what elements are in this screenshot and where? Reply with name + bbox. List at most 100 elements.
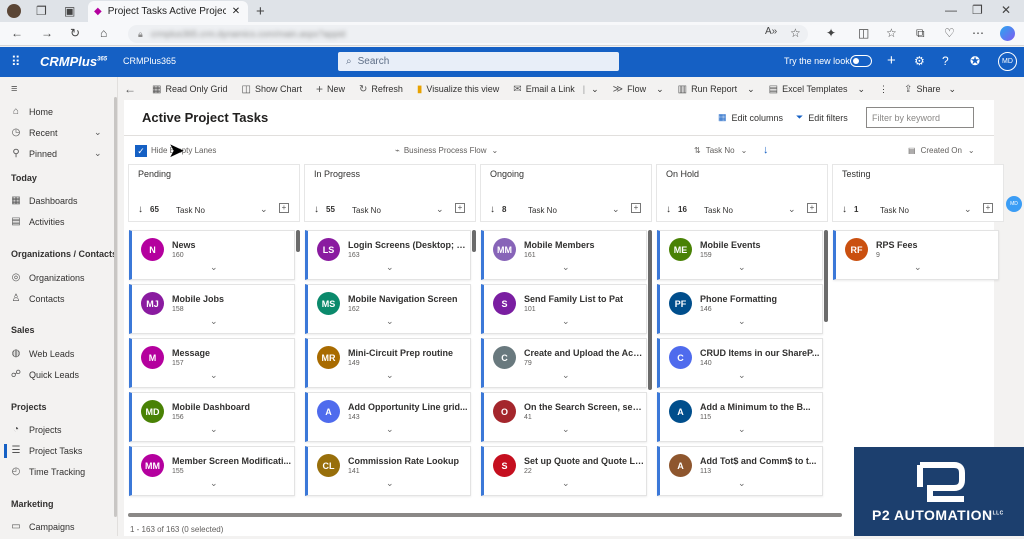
card-title[interactable]: Send Family List to Pat: [524, 294, 644, 304]
visualize-button[interactable]: ▮ Visualize this view: [417, 84, 499, 95]
lane-sort-arrow-icon[interactable]: ↓: [842, 204, 847, 215]
card-title[interactable]: CRUD Items in our ShareP...: [700, 348, 820, 358]
task-card[interactable]: S Set up Quote and Quote Li... 22 ⌄: [481, 446, 647, 496]
favorites-icon[interactable]: ☆: [886, 26, 897, 40]
lane-sort-field[interactable]: Task No: [528, 206, 557, 215]
brand-logo[interactable]: CRMPlus365: [40, 54, 107, 69]
profile-avatar[interactable]: [7, 4, 21, 18]
lane-scrollbar[interactable]: [472, 230, 476, 252]
add-card-icon[interactable]: +: [279, 203, 289, 213]
sidebar-item-campaigns[interactable]: ▭ Campaigns: [10, 521, 74, 532]
card-expand-chevron-icon[interactable]: ⌄: [562, 262, 570, 273]
card-title[interactable]: Mini-Circuit Prep routine: [348, 348, 468, 358]
task-card[interactable]: MR Mini-Circuit Prep routine 149 ⌄: [305, 338, 471, 388]
lane-sort-arrow-icon[interactable]: ↓: [666, 204, 671, 215]
card-expand-chevron-icon[interactable]: ⌄: [386, 424, 394, 435]
card-expand-chevron-icon[interactable]: ⌄: [562, 370, 570, 381]
add-card-icon[interactable]: +: [983, 203, 993, 213]
card-title[interactable]: Add a Minimum to the B...: [700, 402, 820, 412]
flow-button[interactable]: ≫ Flow ⌄: [613, 84, 664, 95]
email-link-button[interactable]: ✉ Email a Link | ⌄: [513, 84, 598, 95]
pinned-chevron-icon[interactable]: ⌄: [94, 148, 102, 159]
task-card[interactable]: A Add a Minimum to the B... 115 ⌄: [657, 392, 823, 442]
bpf-selector[interactable]: ⌁ Business Process Flow ⌄: [395, 146, 498, 155]
card-expand-chevron-icon[interactable]: ⌄: [210, 424, 218, 435]
card-title[interactable]: Mobile Dashboard: [172, 402, 292, 412]
card-expand-chevron-icon[interactable]: ⌄: [210, 370, 218, 381]
card-expand-chevron-icon[interactable]: ⌄: [562, 478, 570, 489]
close-window-icon[interactable]: ✕: [1001, 3, 1011, 17]
lane-scrollbar[interactable]: [296, 230, 300, 252]
card-title[interactable]: On the Search Screen, set ...: [524, 402, 644, 412]
sidebar-scrollbar[interactable]: [114, 97, 117, 517]
task-card[interactable]: MS Mobile Navigation Screen 162 ⌄: [305, 284, 471, 334]
task-card[interactable]: C Create and Upload the Acti... 79 ⌄: [481, 338, 647, 388]
card-expand-chevron-icon[interactable]: ⌄: [914, 262, 922, 273]
back-icon[interactable]: ←: [11, 26, 23, 40]
browser-tab-active[interactable]: ◆ Project Tasks Active Project Tasks ✕: [88, 1, 248, 22]
chevron-down-icon[interactable]: ⌄: [436, 204, 444, 215]
task-card[interactable]: MM Mobile Members 161 ⌄: [481, 230, 647, 280]
task-card[interactable]: PF Phone Formatting 146 ⌄: [657, 284, 823, 334]
sort-direction-icon[interactable]: ↓: [763, 144, 769, 156]
chevron-down-icon[interactable]: ⌄: [260, 204, 268, 215]
app-launcher-icon[interactable]: ⠿: [11, 54, 21, 70]
favorite-star-icon[interactable]: ☆: [790, 26, 801, 40]
read-only-grid-button[interactable]: ▦ Read Only Grid: [152, 84, 227, 95]
recent-chevron-icon[interactable]: ⌄: [94, 127, 102, 138]
task-card[interactable]: LS Login Screens (Desktop; M... 163 ⌄: [305, 230, 471, 280]
lane-sort-arrow-icon[interactable]: ↓: [314, 204, 319, 215]
hide-lanes-checkbox[interactable]: ✓: [135, 145, 147, 157]
sidebar-item-dashboards[interactable]: ▦ Dashboards: [10, 195, 77, 206]
tab-actions-icon[interactable]: ▣: [64, 4, 75, 18]
copilot-icon[interactable]: [1000, 26, 1015, 41]
refresh-button[interactable]: ↻ Refresh: [359, 84, 403, 95]
lane-sort-arrow-icon[interactable]: ↓: [490, 204, 495, 215]
view-selector-chevron-icon[interactable]: ⌄: [252, 110, 261, 123]
task-card[interactable]: O On the Search Screen, set ... 41 ⌄: [481, 392, 647, 442]
lane-scrollbar[interactable]: [648, 230, 652, 390]
task-card[interactable]: RF RPS Fees 9 ⌄: [833, 230, 999, 280]
card-title[interactable]: Commission Rate Lookup: [348, 456, 468, 466]
lane-sort-field[interactable]: Task No: [352, 206, 381, 215]
close-tab-icon[interactable]: ✕: [232, 6, 240, 17]
chevron-down-icon[interactable]: ⌄: [591, 84, 599, 95]
view-title[interactable]: Active Project Tasks: [142, 110, 268, 125]
task-card[interactable]: CL Commission Rate Lookup 141 ⌄: [305, 446, 471, 496]
task-card[interactable]: C CRUD Items in our ShareP... 140 ⌄: [657, 338, 823, 388]
task-card[interactable]: MD Mobile Dashboard 156 ⌄: [129, 392, 295, 442]
share-button[interactable]: ⇪ Share ⌄: [904, 84, 956, 95]
sort-field-selector[interactable]: ⇅ Task No ⌄: [694, 146, 747, 155]
card-title[interactable]: Create and Upload the Acti...: [524, 348, 644, 358]
side-pane-badge[interactable]: MD: [1006, 196, 1022, 212]
card-expand-chevron-icon[interactable]: ⌄: [386, 262, 394, 273]
card-title[interactable]: Login Screens (Desktop; M...: [348, 240, 468, 250]
card-expand-chevron-icon[interactable]: ⌄: [562, 316, 570, 327]
add-icon[interactable]: +: [887, 52, 896, 69]
browser-menu-icon[interactable]: ⋯: [972, 26, 984, 40]
user-avatar[interactable]: MD: [998, 52, 1017, 71]
sidebar-item-recent[interactable]: ◷ Recent: [10, 127, 58, 138]
run-report-button[interactable]: ▥ Run Report ⌄: [678, 84, 755, 95]
copilot-app-icon[interactable]: ✪: [970, 54, 980, 68]
card-expand-chevron-icon[interactable]: ⌄: [738, 316, 746, 327]
sidebar-item-organizations[interactable]: ◎ Organizations: [10, 272, 85, 283]
task-card[interactable]: MJ Mobile Jobs 158 ⌄: [129, 284, 295, 334]
home-icon[interactable]: ⌂: [100, 26, 107, 40]
lane-sort-field[interactable]: Task No: [176, 206, 205, 215]
lane-sort-arrow-icon[interactable]: ↓: [138, 204, 143, 215]
edit-filters-button[interactable]: ⏷ Edit filters: [796, 112, 848, 123]
card-title[interactable]: News: [172, 240, 292, 250]
card-title[interactable]: RPS Fees: [876, 240, 996, 250]
task-card[interactable]: N News 160 ⌄: [129, 230, 295, 280]
lane-scrollbar[interactable]: [824, 230, 828, 322]
sidebar-item-pinned[interactable]: ⚲ Pinned: [10, 148, 57, 159]
reload-icon[interactable]: ↻: [70, 26, 80, 40]
card-expand-chevron-icon[interactable]: ⌄: [738, 424, 746, 435]
overflow-more-icon[interactable]: ⋮: [879, 84, 888, 95]
card-title[interactable]: Member Screen Modificati...: [172, 456, 292, 466]
excel-templates-button[interactable]: ▤ Excel Templates ⌄: [769, 84, 865, 95]
task-card[interactable]: S Send Family List to Pat 101 ⌄: [481, 284, 647, 334]
card-expand-chevron-icon[interactable]: ⌄: [386, 478, 394, 489]
sidebar-item-projects[interactable]: ◔ Projects: [10, 424, 62, 435]
